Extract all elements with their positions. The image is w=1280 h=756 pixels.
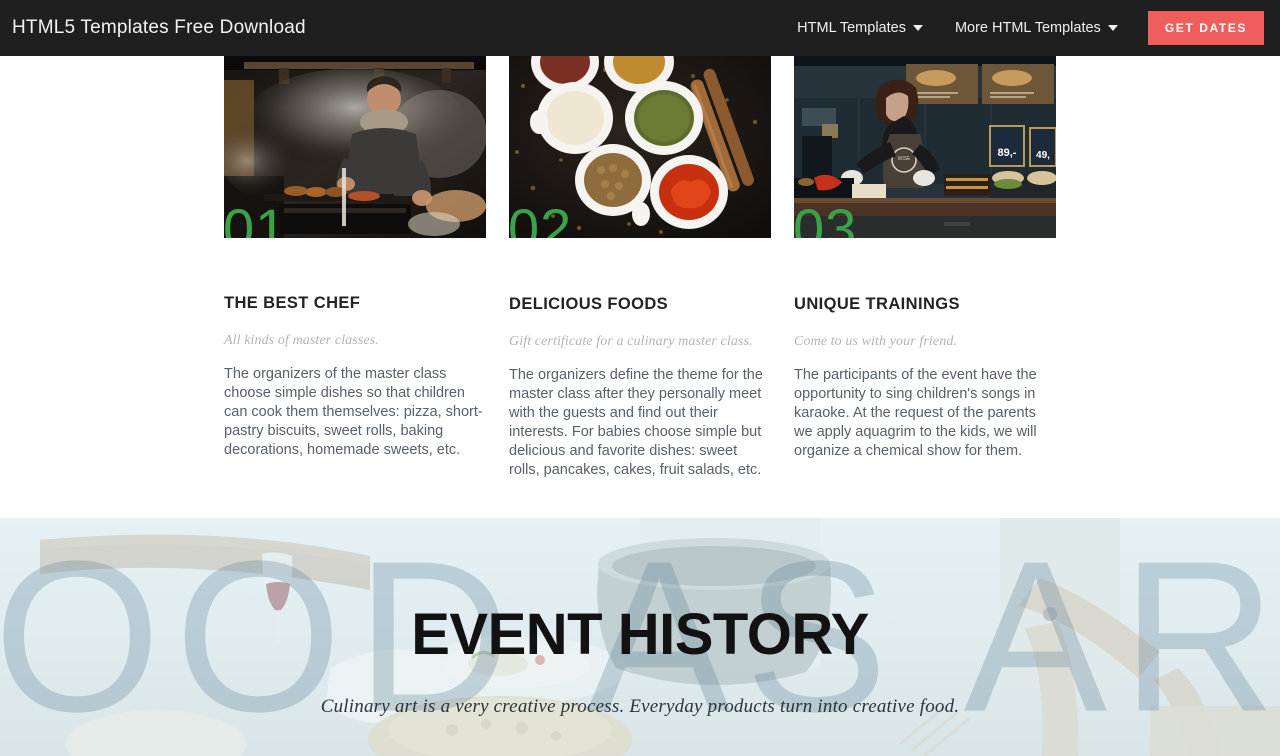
card-title: UNIQUE TRAININGS [794,295,960,313]
hero-title: EVENT HISTORY [411,602,869,667]
card-number: 02 [509,197,573,239]
hero-content: EVENT HISTORY Culinary art is a very cre… [0,518,1280,718]
features-section: 01 THE BEST CHEF All kinds of master cla… [0,56,1280,518]
card-body-text: The organizers of the master class choos… [224,366,483,458]
brand-title: HTML5 Templates Free Download [12,17,306,38]
card-number: 03 [794,197,858,239]
feature-card: 89,- 49, WISE 03 UNIQUE TRAININGS Come t… [794,56,1056,480]
card-subtitle: Come to us with your friend. [794,334,958,349]
hero-subtitle: Culinary art is a very creative process.… [320,696,960,717]
card-subtitle: All kinds of master classes. [224,333,379,348]
features-card-row: 01 THE BEST CHEF All kinds of master cla… [224,56,1058,480]
card-subtitle: Gift certificate for a culinary master c… [509,334,753,349]
feature-card: 02 DELICIOUS FOODS Gift certificate for … [509,56,771,480]
site-header: HTML5 Templates Free Download HTML Templ… [0,0,1280,56]
svg-text:WISE: WISE [898,156,911,162]
card-photo-unique-trainings: 89,- 49, WISE 03 [794,56,1056,238]
nav-item-label: More HTML Templates [954,20,1101,36]
event-history-hero: FOOD AS ART EVENT HISTORY Culinary art i… [0,518,1280,756]
card-body-text: The participants of the event have the o… [794,367,1037,459]
nav-item-more-html-templates[interactable]: More HTML Templates [939,20,1134,36]
card-title: THE BEST CHEF [224,294,361,312]
nav-item-html-templates[interactable]: HTML Templates [781,20,939,36]
chevron-down-icon [1107,25,1118,31]
get-dates-button[interactable]: GET DATES [1147,11,1264,45]
svg-text:89,-: 89,- [998,147,1017,159]
card-photo-delicious-foods: 02 [509,56,771,238]
card-photo-the-best-chef: 01 [224,56,486,238]
card-title: DELICIOUS FOODS [509,295,669,313]
feature-card: 01 THE BEST CHEF All kinds of master cla… [224,56,486,480]
card-body-text: The organizers define the theme for the … [509,367,763,478]
card-number: 01 [224,197,288,239]
svg-text:49,: 49, [1036,150,1050,161]
nav-item-label: HTML Templates [797,20,906,36]
main-navigation: HTML Templates More HTML Templates GET D… [781,0,1280,56]
chevron-down-icon [912,25,923,31]
